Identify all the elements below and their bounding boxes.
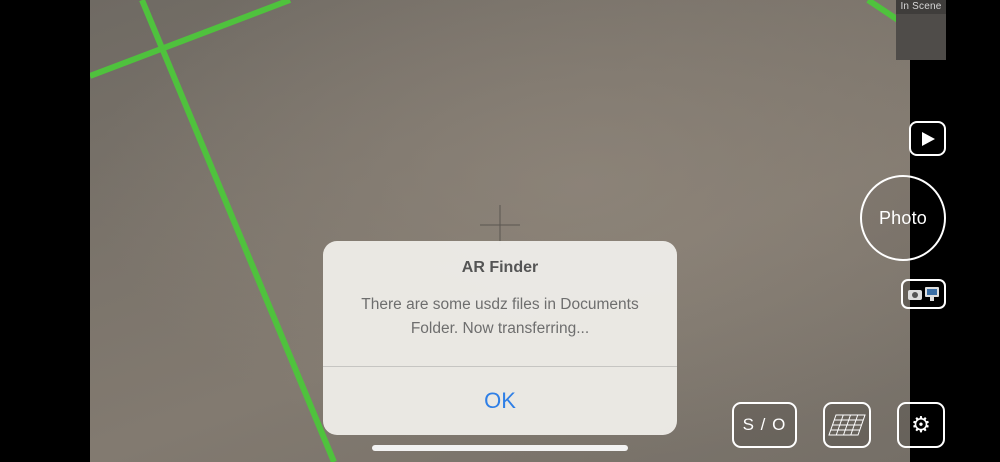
plane-grid-button[interactable] xyxy=(823,402,871,448)
in-scene-label: In Scene xyxy=(896,0,946,14)
photo-button[interactable]: Photo xyxy=(860,175,946,261)
camera-monitor-icon xyxy=(907,287,939,301)
grid-line xyxy=(139,0,337,462)
camera-monitor-toggle[interactable] xyxy=(901,279,946,309)
plane-grid-icon xyxy=(828,414,866,436)
play-icon xyxy=(921,131,935,146)
crosshair-icon xyxy=(480,205,520,245)
in-scene-thumbnail[interactable]: In Scene xyxy=(896,0,946,60)
settings-button[interactable]: ⚙ xyxy=(897,402,945,448)
play-button[interactable] xyxy=(909,121,946,156)
alert-dialog: AR Finder There are some usdz files in D… xyxy=(323,241,677,435)
photo-button-label: Photo xyxy=(878,207,928,228)
s-o-button-label: S / O xyxy=(742,415,787,434)
grid-line xyxy=(90,0,292,79)
ok-button[interactable]: OK xyxy=(323,367,677,435)
home-indicator xyxy=(372,445,628,451)
alert-message: There are some usdz files in Documents F… xyxy=(361,296,639,337)
alert-title: AR Finder xyxy=(461,259,539,276)
gear-icon: ⚙ xyxy=(911,412,931,437)
s-o-button[interactable]: S / O xyxy=(732,402,797,448)
